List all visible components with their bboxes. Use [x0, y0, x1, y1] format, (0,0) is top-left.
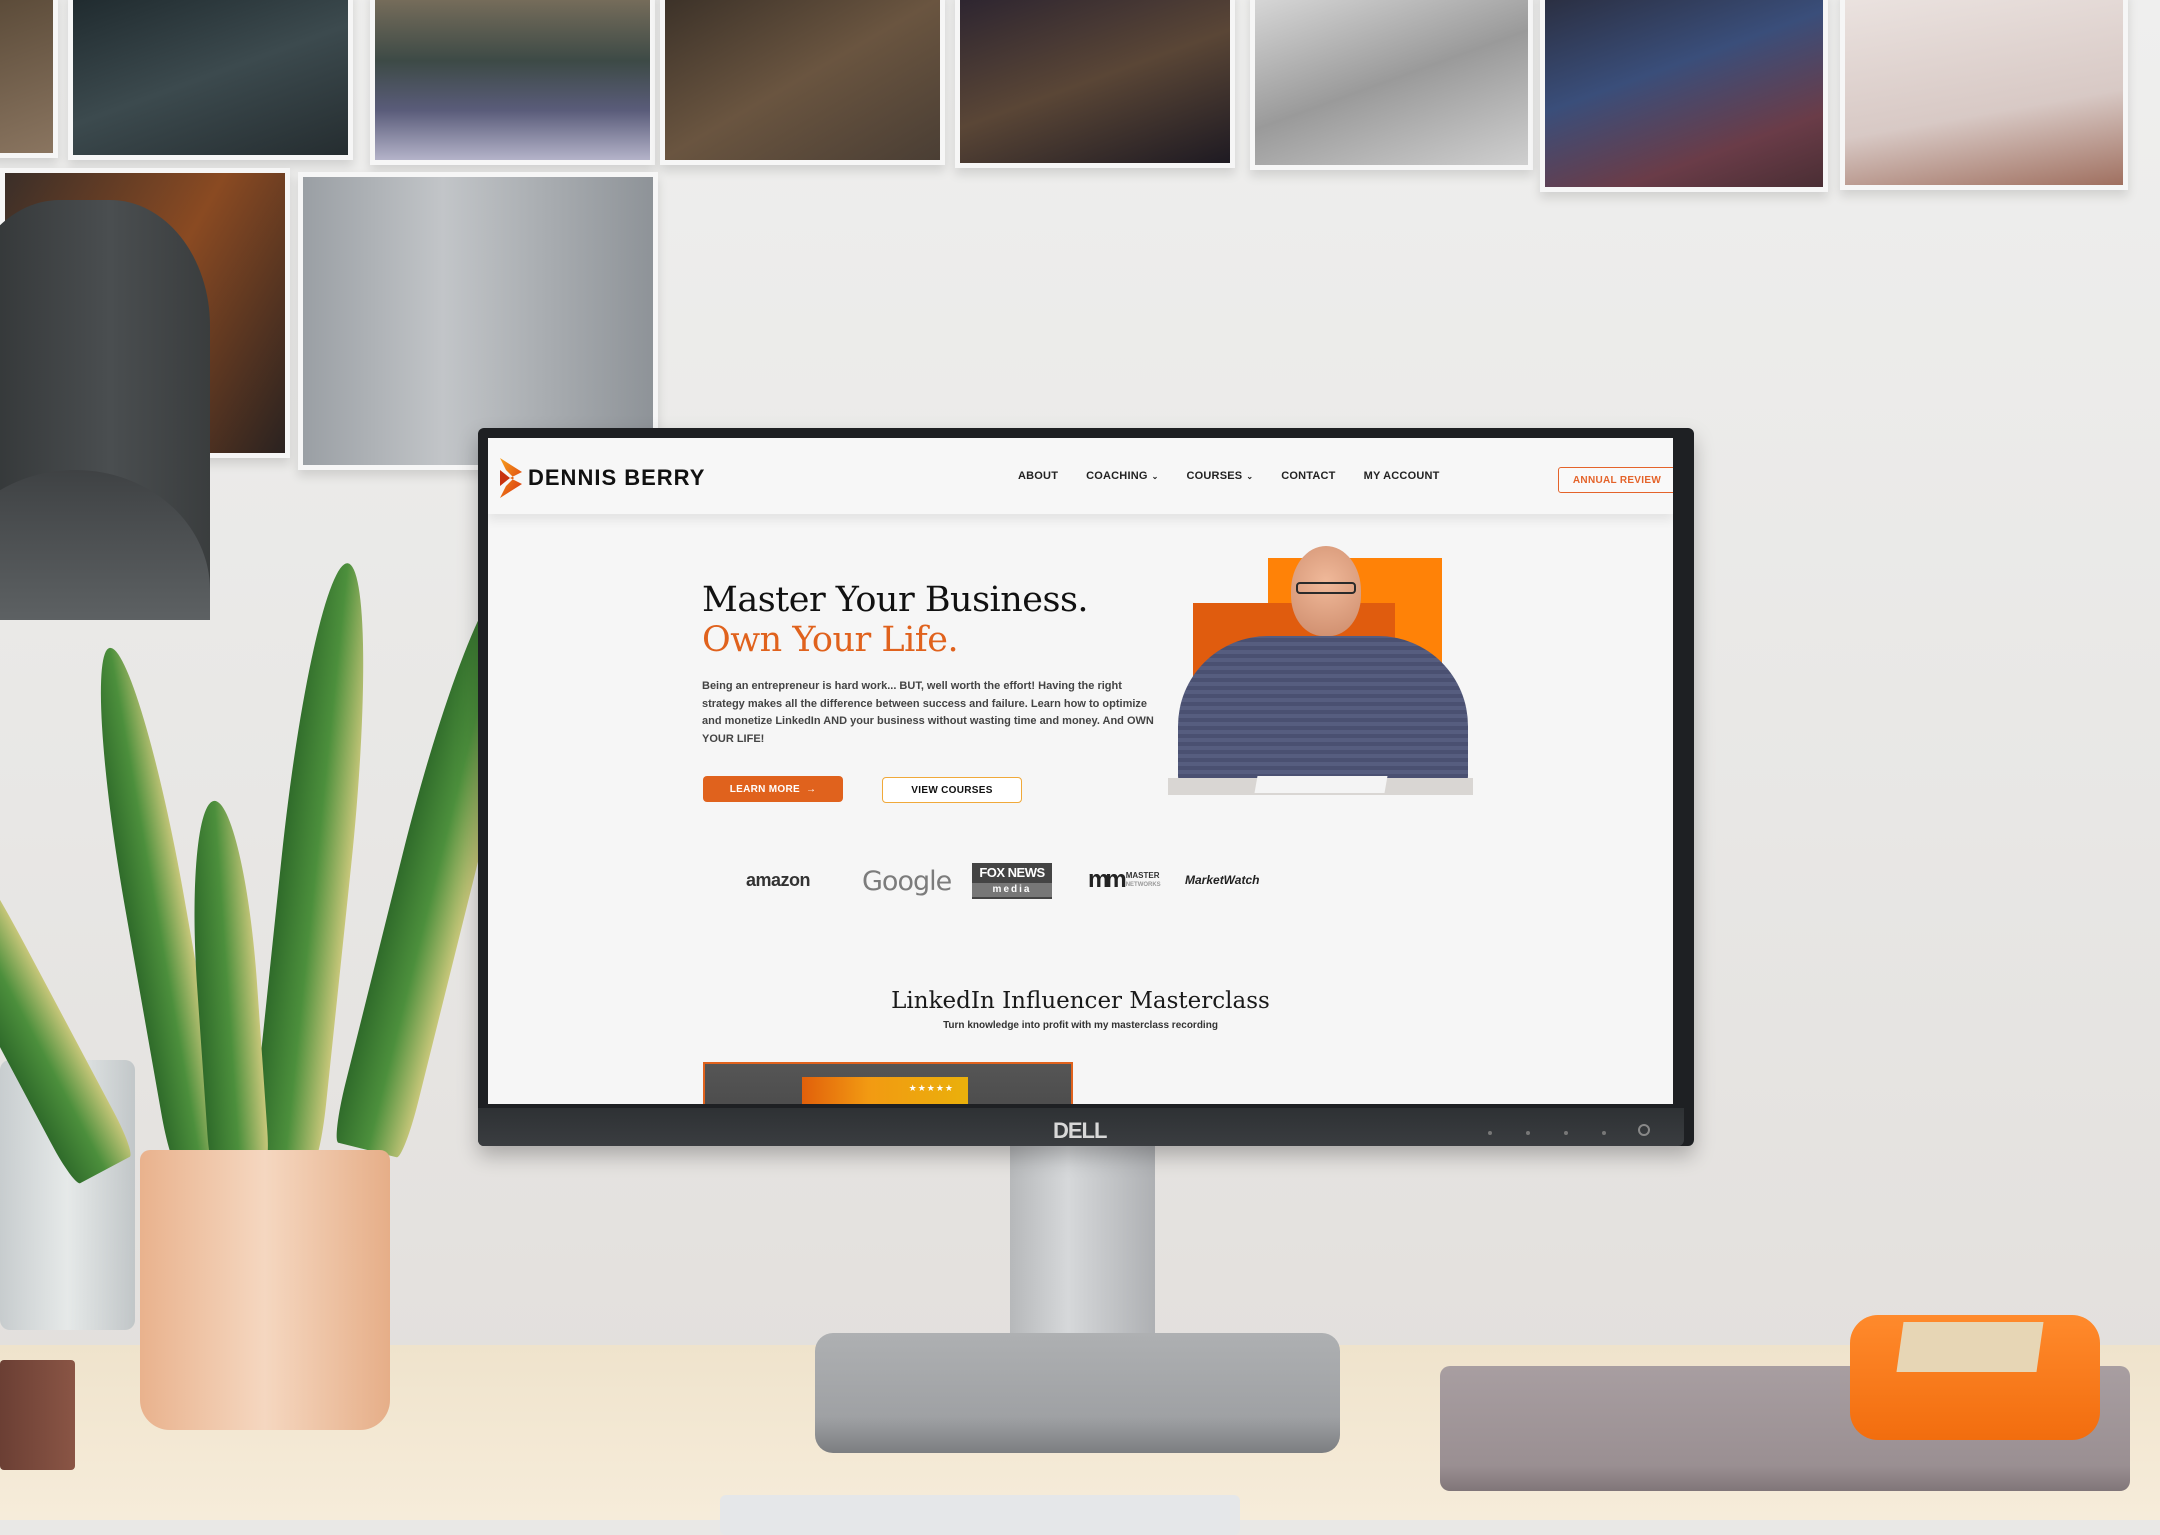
monitor-screen: DENNIS BERRY ABOUT COACHING ⌄ COURSES ⌄ … [488, 438, 1673, 1104]
wall-photo [370, 0, 655, 165]
amazon-logo: amazon [746, 870, 811, 890]
db-chevron-logo-icon [500, 458, 522, 498]
hero-title-line2: Own Your Life. [702, 620, 959, 660]
arrow-right-icon: → [805, 783, 817, 795]
wall-photo [1540, 0, 1828, 192]
plant-pot [140, 1150, 390, 1430]
keyboard [720, 1495, 1240, 1535]
master-networks-mark: mm [1088, 866, 1127, 893]
fox-media-text: media [972, 883, 1052, 897]
google-logo: Google [862, 866, 952, 897]
wall-photo [1840, 0, 2128, 190]
marketwatch-logo: MarketWatch [1185, 873, 1260, 887]
nav-item-label: COACHING [1086, 470, 1148, 482]
master-networks-text: MASTER NETWORKS [1125, 870, 1161, 889]
glasses [1296, 582, 1356, 594]
networks-text: NETWORKS [1125, 881, 1161, 888]
master-text: MASTER [1125, 870, 1160, 880]
wall-photo [1250, 0, 1533, 170]
portrait-notebook [1254, 776, 1388, 793]
nav-item-label: CONTACT [1281, 470, 1336, 482]
master-networks-logo: mm MASTER NETWORKS [1088, 866, 1161, 894]
masterclass-subtitle: Turn knowledge into profit with my maste… [943, 1020, 1218, 1031]
nav-item-coaching[interactable]: COACHING ⌄ [1086, 470, 1158, 482]
main-nav: ABOUT COACHING ⌄ COURSES ⌄ CONTACT MY AC… [1018, 470, 1440, 482]
hero-title: Master Your Business. Own Your Life. [702, 580, 1089, 660]
course-box-image: ★★★★★ [802, 1077, 968, 1104]
monitor-button[interactable] [1488, 1131, 1492, 1135]
fox-news-media-logo: FOX NEWS media [972, 863, 1052, 899]
view-courses-button[interactable]: VIEW COURSES [882, 777, 1022, 803]
power-button-icon[interactable] [1638, 1124, 1650, 1136]
dell-logo: DELL [1053, 1118, 1107, 1143]
monitor-button[interactable] [1526, 1131, 1530, 1135]
hard-drive-label [1896, 1322, 2044, 1372]
nav-item-label: ABOUT [1018, 470, 1059, 482]
nav-item-contact[interactable]: CONTACT [1281, 470, 1335, 482]
chevron-down-icon: ⌄ [1151, 471, 1159, 481]
nav-item-label: MY ACCOUNT [1363, 470, 1440, 482]
notebook [0, 1360, 75, 1470]
wall-photo [298, 172, 658, 470]
wall-photo [0, 0, 58, 158]
brand-name: DENNIS BERRY [528, 465, 706, 490]
hero-description: Being an entrepreneur is hard work... BU… [702, 680, 1154, 745]
learn-more-button[interactable]: LEARN MORE → [703, 776, 843, 802]
nav-item-label: COURSES [1186, 470, 1243, 482]
featured-logos: amazon Google FOX NEWS media mm MASTER N… [488, 858, 1673, 918]
hero-title-line1: Master Your Business. [702, 580, 1089, 620]
masterclass-title: LinkedIn Influencer Masterclass [891, 988, 1270, 1014]
nav-item-courses[interactable]: COURSES ⌄ [1187, 470, 1254, 482]
site-header: DENNIS BERRY ABOUT COACHING ⌄ COURSES ⌄ … [488, 438, 1673, 514]
wall-photo [955, 0, 1235, 168]
masterclass-video-thumbnail[interactable]: ★★★★★ [703, 1062, 1073, 1104]
hero-portrait [1168, 546, 1473, 806]
wall-photo [660, 0, 945, 165]
monitor-stand-base [815, 1333, 1340, 1453]
monitor-button[interactable] [1602, 1131, 1606, 1135]
monitor-stand-neck [1010, 1146, 1155, 1361]
nav-item-my-account[interactable]: MY ACCOUNT [1364, 470, 1440, 482]
fox-news-text: FOX NEWS [979, 865, 1045, 880]
learn-more-label: LEARN MORE [729, 783, 800, 795]
nav-item-about[interactable]: ABOUT [1018, 470, 1058, 482]
monitor-button[interactable] [1564, 1131, 1568, 1135]
person-shirt [1178, 636, 1468, 786]
wall-photo [68, 0, 353, 160]
site-logo[interactable]: DENNIS BERRY [498, 456, 705, 500]
star-rating-icon: ★★★★★ [908, 1083, 954, 1093]
annual-review-button[interactable]: ANNUAL REVIEW [1558, 467, 1673, 493]
chevron-down-icon: ⌄ [1246, 471, 1254, 481]
